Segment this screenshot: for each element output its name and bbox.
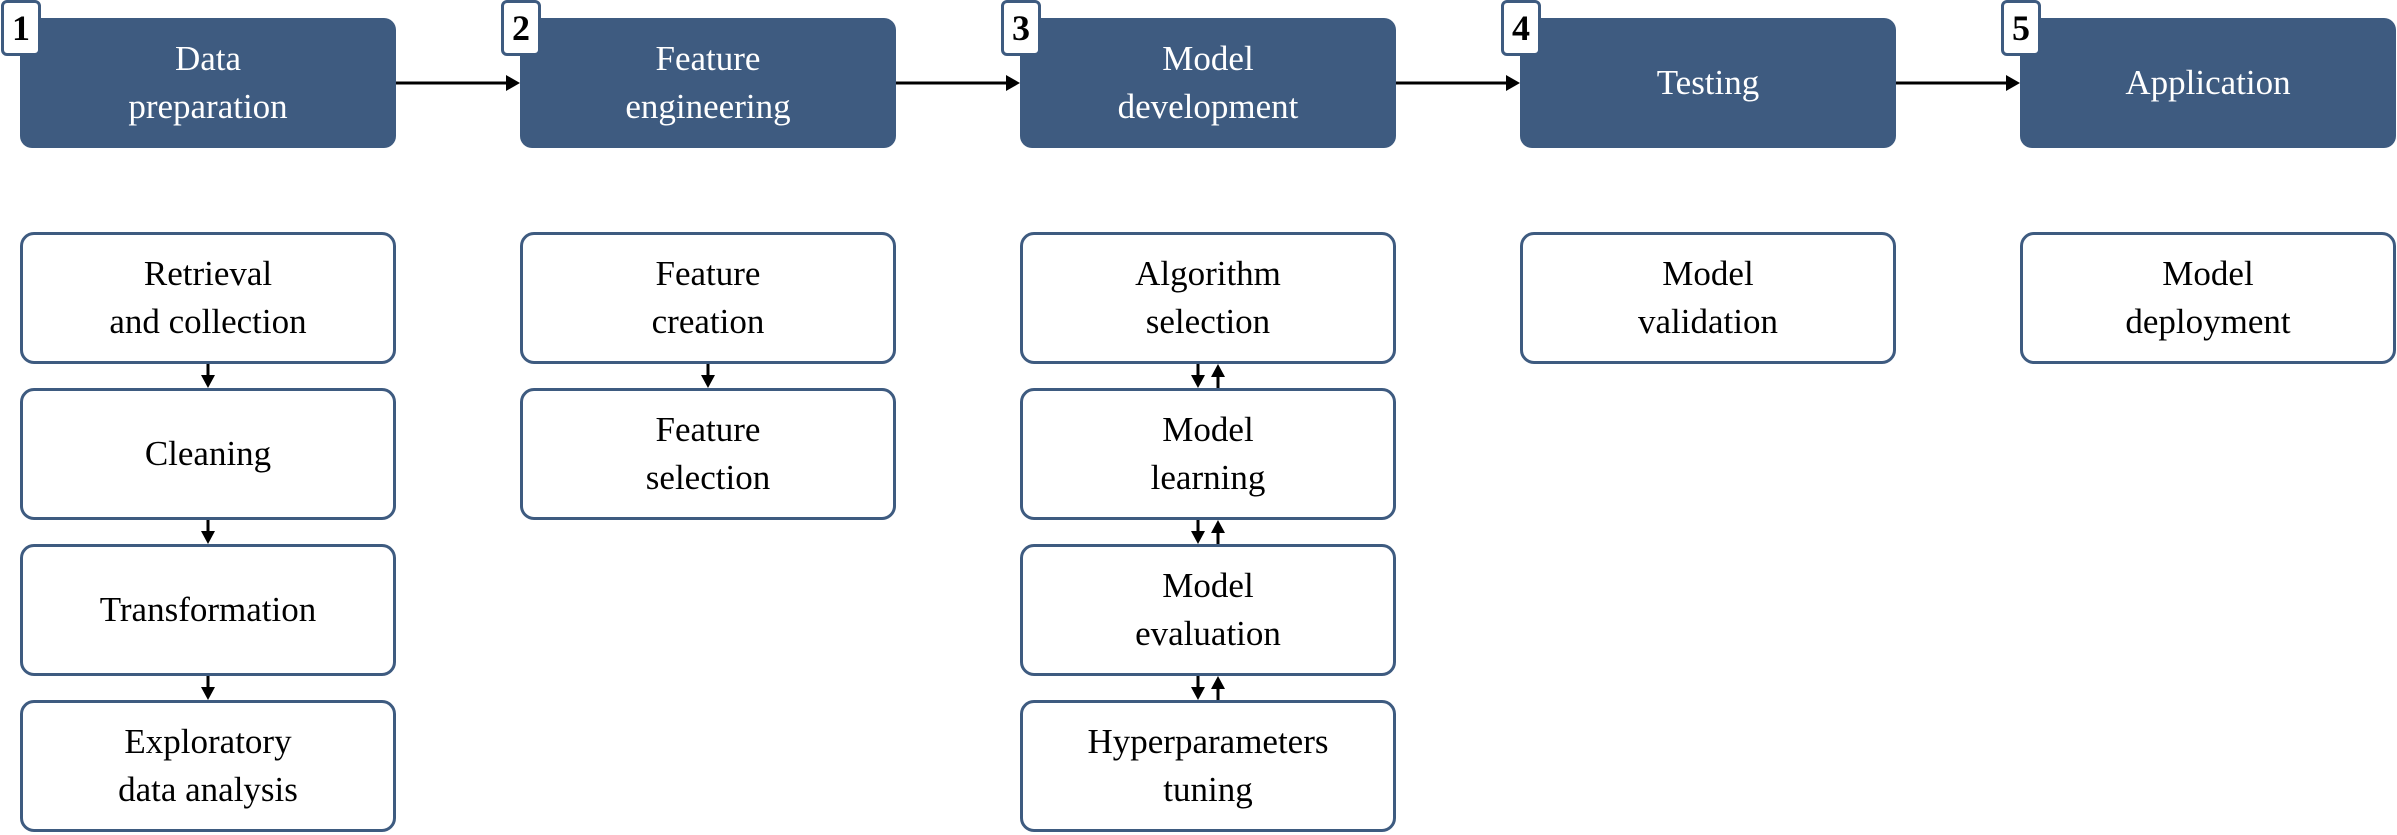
step-box: Transformation	[20, 544, 396, 676]
stage-column: Feature engineering 2 Feature creation Fea…	[501, 0, 896, 835]
step-box: Model deployment	[2020, 232, 2396, 364]
step-box: Hyperparameters tuning	[1020, 700, 1396, 832]
step-box: Algorithm selection	[1020, 232, 1396, 364]
step-box: Model learning	[1020, 388, 1396, 520]
arrow-head	[2006, 75, 2020, 91]
stage-number-badge: 2	[501, 0, 541, 56]
stage-header: Feature engineering	[520, 18, 896, 148]
stage-header: Data preparation	[20, 18, 396, 148]
stage-header: Testing	[1520, 18, 1896, 148]
stage-number-badge: 3	[1001, 0, 1041, 56]
step-box: Exploratory data analysis	[20, 700, 396, 832]
stage-column: Application 5 Model deployment	[2001, 0, 2396, 835]
step-box: Feature creation	[520, 232, 896, 364]
arrow-head	[506, 75, 520, 91]
stage-number-badge: 4	[1501, 0, 1541, 56]
step-box: Feature selection	[520, 388, 896, 520]
step-box: Retrieval and collection	[20, 232, 396, 364]
step-box: Model validation	[1520, 232, 1896, 364]
stage-column: Testing 4 Model validation	[1501, 0, 1896, 835]
stage-header: Model development	[1020, 18, 1396, 148]
arrow-head	[1006, 75, 1020, 91]
stage-column: Data preparation 1 Retrieval and collecti…	[1, 0, 396, 835]
step-box: Cleaning	[20, 388, 396, 520]
step-box: Model evaluation	[1020, 544, 1396, 676]
stage-number-badge: 1	[1, 0, 41, 56]
stage-column: Model development 3 Algorithm selection Mo…	[1001, 0, 1396, 835]
stage-header: Application	[2020, 18, 2396, 148]
arrow-head	[1506, 75, 1520, 91]
stage-number-badge: 5	[2001, 0, 2041, 56]
